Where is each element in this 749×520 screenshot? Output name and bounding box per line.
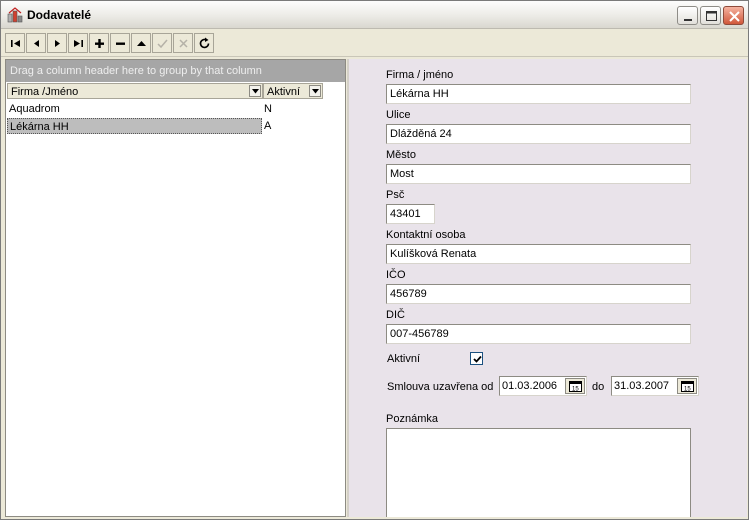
edit-record-button[interactable] [131, 33, 151, 53]
app-icon [7, 7, 23, 23]
post-record-button[interactable] [152, 33, 172, 53]
dodavatele-window: Dodavatelé Drag a column header here to … [0, 0, 749, 520]
cell-aktivni[interactable]: A [264, 120, 271, 132]
x-icon [179, 39, 188, 48]
up-triangle-icon [137, 41, 146, 46]
ico-label: IČO [386, 269, 406, 281]
calendar-icon: 15 [681, 381, 694, 392]
minus-icon [116, 42, 125, 45]
plus-icon [95, 39, 104, 48]
kontakt-label: Kontaktní osoba [386, 229, 466, 241]
ulice-label: Ulice [386, 109, 411, 121]
svg-text:15: 15 [572, 387, 579, 393]
group-by-panel[interactable]: Drag a column header here to group by th… [6, 60, 345, 82]
table-row[interactable]: Lékárna HH A [6, 118, 345, 135]
column-header-firma[interactable]: Firma /Jméno [7, 83, 263, 99]
cell-firma[interactable]: Lékárna HH [7, 118, 262, 134]
chevron-down-icon [252, 89, 259, 94]
grid-header: Firma /Jméno Aktivní [6, 82, 345, 100]
close-button[interactable] [723, 6, 744, 25]
next-record-button[interactable] [47, 33, 67, 53]
first-record-button[interactable] [5, 33, 25, 53]
smlouva-do-date[interactable]: 31.03.2007 15 [611, 376, 699, 396]
minimize-icon [684, 19, 692, 21]
calendar-button[interactable]: 15 [677, 378, 697, 394]
detail-form: Firma / jméno Lékárna HH Ulice Dlážděná … [349, 59, 747, 517]
insert-record-button[interactable] [89, 33, 109, 53]
prior-record-button[interactable] [26, 33, 46, 53]
cell-aktivni[interactable]: N [264, 103, 272, 115]
aktivni-checkbox[interactable] [470, 352, 483, 365]
firma-label: Firma / jméno [386, 69, 454, 81]
dic-label: DIČ [386, 309, 405, 321]
checkmark-icon [157, 39, 168, 49]
smlouva-do-value: 31.03.2007 [614, 380, 670, 392]
dic-field[interactable]: 007-456789 [386, 324, 691, 344]
column-header-aktivni-label: Aktivní [267, 86, 301, 98]
maximize-icon [706, 11, 717, 21]
calendar-icon: 15 [569, 381, 582, 392]
minimize-button[interactable] [677, 6, 698, 25]
refresh-button[interactable] [194, 33, 214, 53]
kontakt-field[interactable]: Kulíšková Renata [386, 244, 691, 264]
smlouva-od-value: 01.03.2006 [502, 380, 558, 392]
maximize-button[interactable] [700, 6, 721, 25]
suppliers-grid[interactable]: Drag a column header here to group by th… [5, 59, 346, 517]
prior-icon [34, 40, 39, 47]
aktivni-label: Aktivní [387, 353, 421, 365]
table-row[interactable]: Aquadrom N [6, 101, 345, 118]
chevron-down-icon [312, 89, 319, 94]
close-icon [729, 11, 740, 22]
ulice-field[interactable]: Dlážděná 24 [386, 124, 691, 144]
svg-text:15: 15 [684, 387, 691, 393]
smlouva-od-date[interactable]: 01.03.2006 15 [499, 376, 587, 396]
poznamka-memo[interactable] [386, 428, 691, 517]
column-filter-button[interactable] [309, 85, 321, 97]
mesto-field[interactable]: Most [386, 164, 691, 184]
psc-label: Psč [386, 189, 405, 201]
psc-field[interactable]: 43401 [386, 204, 435, 224]
cancel-edit-button[interactable] [173, 33, 193, 53]
mesto-label: Město [386, 149, 416, 161]
ico-field[interactable]: 456789 [386, 284, 691, 304]
column-header-firma-label: Firma /Jméno [11, 86, 79, 98]
delete-record-button[interactable] [110, 33, 130, 53]
smlouva-label: Smlouva uzavřena od [387, 381, 494, 393]
window-title: Dodavatelé [27, 8, 92, 22]
checkmark-icon [473, 355, 482, 363]
last-icon [74, 40, 83, 47]
next-icon [55, 40, 60, 47]
last-record-button[interactable] [68, 33, 88, 53]
refresh-icon [199, 37, 210, 49]
firma-field[interactable]: Lékárna HH [386, 84, 691, 104]
do-label: do [592, 381, 605, 393]
cell-firma[interactable]: Aquadrom [9, 103, 60, 115]
column-filter-button[interactable] [249, 85, 261, 97]
poznamka-label: Poznámka [386, 413, 438, 425]
calendar-button[interactable]: 15 [565, 378, 585, 394]
title-bar[interactable]: Dodavatelé [1, 1, 748, 29]
column-header-aktivni[interactable]: Aktivní [263, 83, 323, 99]
navigator-toolbar [1, 30, 748, 57]
first-icon [11, 40, 20, 47]
